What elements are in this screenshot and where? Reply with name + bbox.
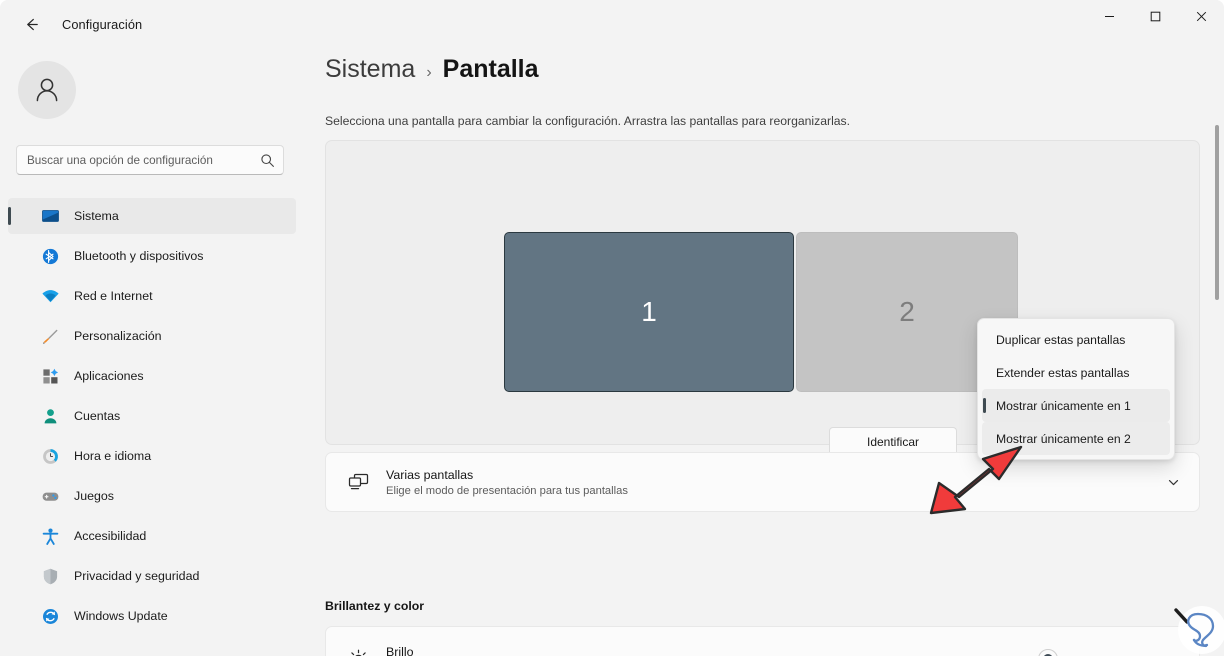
maximize-icon (1150, 11, 1160, 22)
apps-icon (40, 366, 60, 386)
row-text: Varias pantallas Elige el modo de presen… (386, 468, 1157, 497)
dual-monitor-icon (340, 470, 376, 495)
account-icon (40, 406, 60, 426)
slider-thumb[interactable] (1038, 649, 1059, 656)
display-mode-context-menu: Duplicar estas pantallas Extender estas … (977, 318, 1175, 460)
breadcrumb: Sistema › Pantalla (325, 55, 539, 84)
page-title: Pantalla (442, 55, 539, 83)
monitor-number: 1 (641, 296, 657, 327)
menu-item-solo-2[interactable]: Mostrar únicamente en 2 (982, 422, 1170, 455)
search-box[interactable] (16, 145, 284, 175)
menu-item-extender[interactable]: Extender estas pantallas (982, 356, 1170, 389)
menu-item-solo-1[interactable]: Mostrar únicamente en 1 (982, 389, 1170, 422)
breadcrumb-parent[interactable]: Sistema (325, 55, 415, 84)
row-title: Brillo (386, 644, 414, 656)
close-button[interactable] (1178, 0, 1224, 33)
multiple-displays-row[interactable]: Varias pantallas Elige el modo de presen… (325, 452, 1200, 512)
sidebar-item-aplicaciones[interactable]: Aplicaciones (8, 358, 296, 394)
sidebar-item-juegos[interactable]: Juegos (8, 478, 296, 514)
sidebar-item-label: Cuentas (74, 409, 121, 423)
sidebar-item-label: Accesibilidad (74, 529, 147, 543)
row-subtitle: Elige el modo de presentación para tus p… (386, 484, 628, 497)
sidebar-item-personalizacion[interactable]: Personalización (8, 318, 296, 354)
shield-icon (40, 566, 60, 586)
sidebar-item-label: Aplicaciones (74, 369, 144, 383)
row-title: Varias pantallas (386, 467, 474, 482)
content-scrollbar[interactable] (1210, 48, 1224, 656)
wifi-icon (40, 286, 60, 306)
brightness-slider[interactable] (881, 649, 1151, 656)
close-icon (1196, 11, 1206, 22)
sidebar-item-label: Windows Update (74, 609, 168, 623)
menu-item-duplicar[interactable]: Duplicar estas pantallas (982, 323, 1170, 356)
brightness-icon (340, 647, 376, 656)
sidebar-item-bluetooth[interactable]: Bluetooth y dispositivos (8, 238, 296, 274)
user-avatar-icon (36, 78, 58, 102)
page-subtitle: Selecciona una pantalla para cambiar la … (325, 114, 851, 128)
search-icon[interactable] (260, 153, 275, 168)
monitor-number: 2 (899, 296, 915, 327)
minimize-button[interactable] (1086, 0, 1132, 33)
accessibility-icon (40, 526, 60, 546)
chevron-down-icon[interactable] (1157, 653, 1189, 656)
avatar[interactable] (18, 61, 76, 119)
scrollbar-thumb[interactable] (1215, 125, 1219, 300)
sidebar: Sistema Bluetooth y dispositivos (0, 48, 304, 656)
sidebar-item-label: Personalización (74, 329, 162, 343)
row-text: Brillo Ajustar el brillo de la pantalla … (386, 645, 881, 656)
window-controls (1086, 0, 1224, 33)
clock-icon (40, 446, 60, 466)
bluetooth-icon (40, 246, 60, 266)
sidebar-item-accesibilidad[interactable]: Accesibilidad (8, 518, 296, 554)
gamepad-icon (40, 486, 60, 506)
sidebar-item-label: Hora e idioma (74, 449, 152, 463)
maximize-button[interactable] (1132, 0, 1178, 33)
sidebar-item-cuentas[interactable]: Cuentas (8, 398, 296, 434)
sidebar-item-label: Juegos (74, 489, 114, 503)
arrow-left-icon (26, 18, 38, 30)
monitor-icon (40, 206, 60, 226)
sidebar-item-windows-update[interactable]: Windows Update (8, 598, 296, 634)
sidebar-item-sistema[interactable]: Sistema (8, 198, 296, 234)
paintbrush-icon (40, 326, 60, 346)
app-title: Configuración (62, 16, 143, 32)
settings-window: Configuración Buscar una opción de confi… (0, 0, 1224, 656)
sidebar-item-label: Sistema (74, 209, 119, 223)
monitor-tile-1[interactable]: 1 (504, 232, 794, 392)
sidebar-item-hora[interactable]: Hora e idioma (8, 438, 296, 474)
sidebar-item-label: Bluetooth y dispositivos (74, 249, 204, 263)
section-heading-brightness: Brillantez y color (325, 599, 425, 613)
back-button[interactable] (14, 7, 48, 41)
title-bar: Configuración (0, 0, 1224, 48)
sidebar-item-label: Red e Internet (74, 289, 153, 303)
update-icon (40, 606, 60, 626)
sidebar-item-privacidad[interactable]: Privacidad y seguridad (8, 558, 296, 594)
chevron-down-icon[interactable] (1157, 476, 1189, 489)
sidebar-item-label: Privacidad y seguridad (74, 569, 200, 583)
sidebar-item-red[interactable]: Red e Internet (8, 278, 296, 314)
minimize-icon (1104, 16, 1114, 17)
search-input[interactable] (27, 153, 260, 167)
brightness-row[interactable]: Brillo Ajustar el brillo de la pantalla … (325, 626, 1200, 656)
sidebar-nav: Sistema Bluetooth y dispositivos Red e I… (8, 198, 296, 638)
breadcrumb-separator: › (426, 64, 432, 81)
